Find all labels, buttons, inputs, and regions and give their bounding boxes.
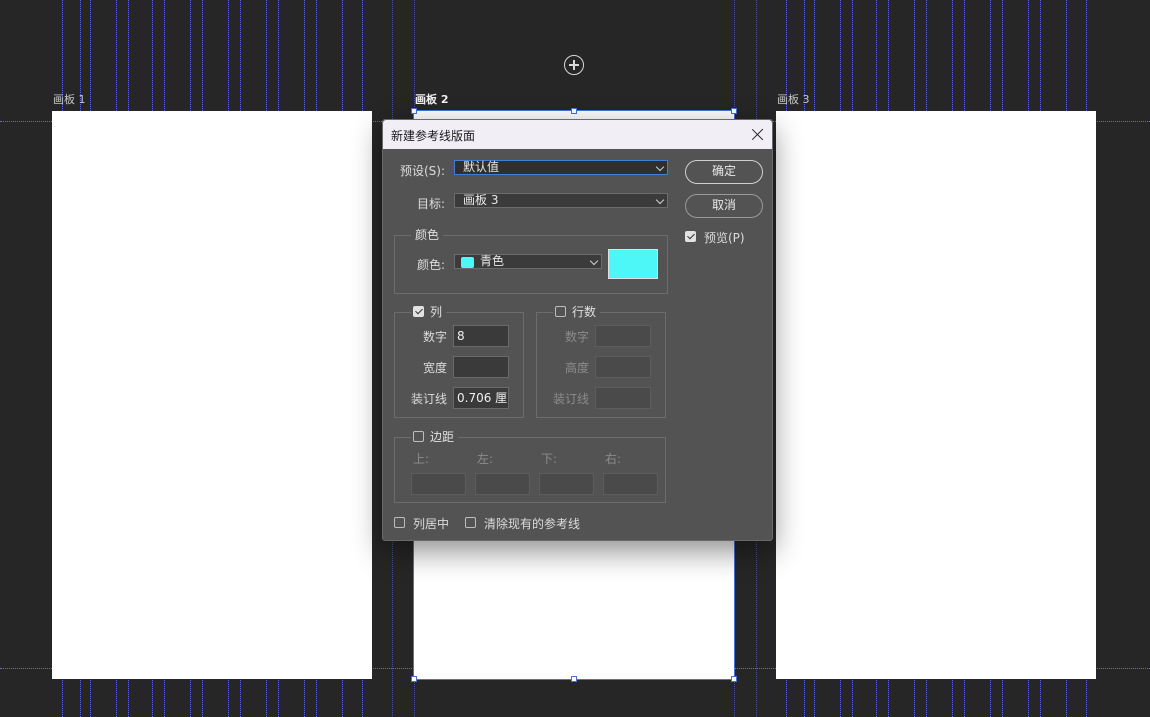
chevron-down-icon (655, 195, 665, 205)
margin-left-label: 左: (477, 452, 494, 466)
margins-checkbox[interactable] (413, 431, 424, 442)
columns-number-label: 数字 (422, 330, 447, 344)
rows-legend-wrap: 行数 (553, 303, 601, 320)
resize-handle[interactable] (571, 108, 577, 114)
dialog-title: 新建参考线版面 (391, 129, 476, 143)
columns-legend: 列 (430, 305, 443, 319)
clear-guides-checkbox[interactable] (465, 517, 476, 528)
center-columns-label: 列居中 (413, 517, 450, 531)
color-value: 青色 (480, 254, 505, 268)
margin-top-label: 上: (413, 452, 430, 466)
cancel-button[interactable]: 取消 (685, 194, 763, 218)
target-select[interactable]: 画板 3 (454, 193, 668, 208)
preset-value: 默认值 (463, 160, 500, 174)
rows-gutter-label: 装订线 (552, 392, 589, 406)
rows-number-input (595, 325, 651, 347)
columns-width-label: 宽度 (422, 361, 447, 375)
columns-legend-wrap: 列 (411, 303, 447, 320)
rows-height-label: 高度 (564, 361, 589, 375)
ok-button[interactable]: 确定 (685, 160, 763, 184)
margin-bottom-input (539, 473, 594, 495)
columns-gutter-input[interactable]: 0.706 厘 (453, 387, 509, 409)
margin-left-input (475, 473, 530, 495)
preset-label: 预设(S): (399, 164, 445, 178)
resize-handle[interactable] (731, 676, 737, 682)
color-swatch[interactable] (608, 249, 658, 279)
clear-guides-label: 清除现有的参考线 (484, 517, 581, 531)
artboard-1-label[interactable]: 画板 1 (53, 91, 86, 107)
columns-gutter-label: 装订线 (410, 392, 447, 406)
artboard-2-label[interactable]: 画板 2 (415, 91, 448, 107)
rows-number-label: 数字 (564, 330, 589, 344)
columns-number-input[interactable]: 8 (453, 325, 509, 347)
columns-checkbox[interactable] (413, 306, 424, 317)
margin-bottom-label: 下: (541, 452, 558, 466)
center-columns-checkbox[interactable] (394, 517, 405, 528)
resize-handle[interactable] (571, 676, 577, 682)
rows-height-input (595, 356, 651, 378)
resize-handle[interactable] (411, 676, 417, 682)
rows-checkbox[interactable] (555, 306, 566, 317)
color-group-legend: 颜色 (411, 226, 444, 243)
artboard-3[interactable] (776, 111, 1096, 679)
add-artboard-icon[interactable] (564, 55, 584, 75)
chevron-down-icon (655, 162, 665, 172)
margins-legend: 边距 (430, 430, 455, 444)
margin-right-input (603, 473, 658, 495)
margin-right-label: 右: (605, 452, 622, 466)
target-label: 目标: (416, 197, 445, 211)
preview-checkbox[interactable] (685, 231, 696, 242)
chevron-down-icon (589, 256, 599, 266)
margins-legend-wrap: 边距 (411, 428, 459, 445)
rows-gutter-input (595, 387, 651, 409)
artboard-3-label[interactable]: 画板 3 (777, 91, 810, 107)
cyan-swatch-icon (461, 257, 474, 268)
margin-top-input (411, 473, 466, 495)
artboard-1[interactable] (52, 111, 372, 679)
preview-label: 预览(P) (704, 231, 745, 245)
rows-legend: 行数 (572, 305, 597, 319)
resize-handle[interactable] (411, 108, 417, 114)
color-select[interactable]: 青色 (454, 254, 602, 269)
color-label: 颜色: (416, 258, 445, 272)
columns-width-input[interactable] (453, 356, 509, 378)
preset-select[interactable]: 默认值 (454, 160, 668, 175)
resize-handle[interactable] (731, 108, 737, 114)
target-value: 画板 3 (463, 193, 499, 207)
new-guide-layout-dialog: 新建参考线版面 预设(S): 默认值 目标: 画板 3 确定 取消 预览(P) … (382, 119, 773, 541)
dialog-titlebar[interactable]: 新建参考线版面 (383, 120, 772, 149)
close-icon[interactable] (751, 128, 764, 141)
